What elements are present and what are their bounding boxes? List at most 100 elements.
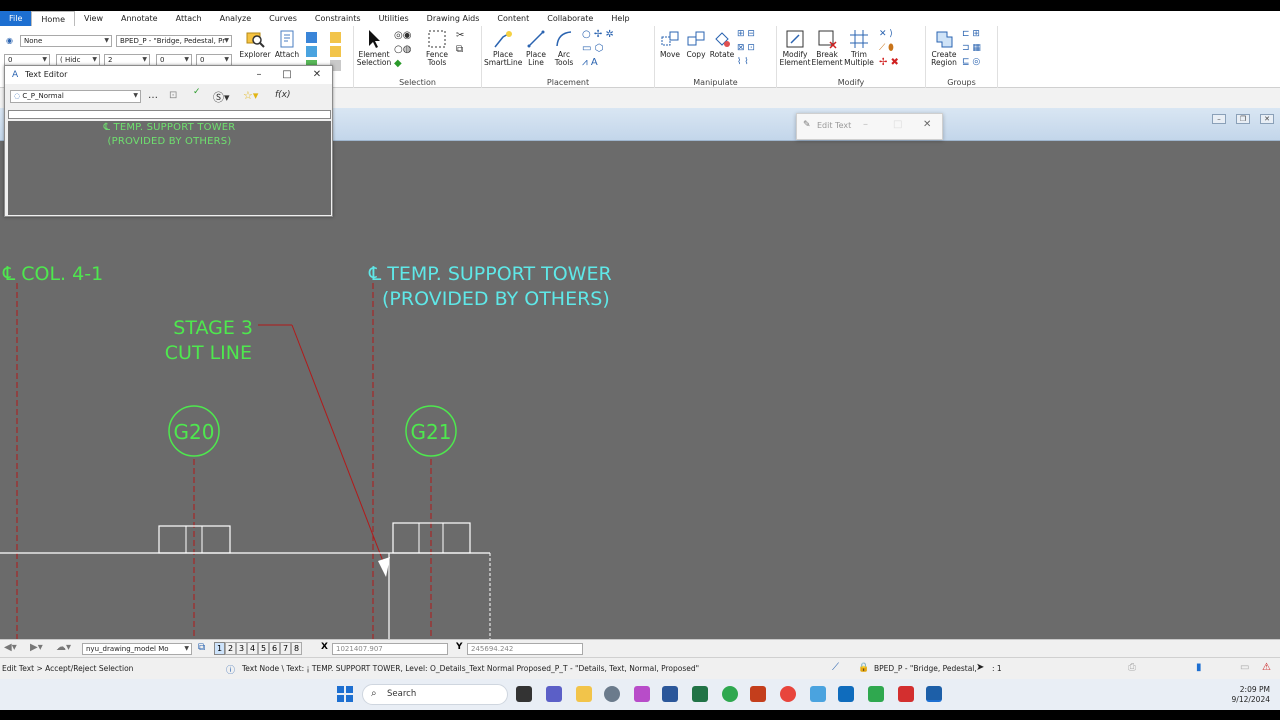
chrome-icon[interactable] bbox=[780, 686, 796, 702]
copy-icon[interactable]: ⧉ bbox=[456, 44, 463, 55]
settings-icon[interactable] bbox=[604, 686, 620, 702]
function-icon[interactable]: f(x) bbox=[275, 90, 291, 100]
favorites-star-icon[interactable]: ☆▾ bbox=[243, 89, 258, 102]
element-selection-button[interactable]: Element Selection bbox=[356, 29, 392, 67]
smartline-icon[interactable]: ⟋ bbox=[832, 662, 839, 673]
copy-button[interactable]: Copy bbox=[683, 29, 709, 59]
fillet-icon[interactable]: ⟋ ⬮ bbox=[879, 43, 894, 53]
forward-icon[interactable]: ▶▾ bbox=[30, 642, 43, 653]
modify-element-button[interactable]: Modify Element bbox=[779, 29, 811, 67]
spell-check-icon[interactable]: ✓ bbox=[193, 87, 201, 97]
delete-icon[interactable]: ✢ ✖ bbox=[879, 57, 899, 68]
models-icon[interactable] bbox=[306, 32, 317, 43]
windows-start-icon[interactable] bbox=[337, 686, 353, 702]
word-icon[interactable] bbox=[662, 686, 678, 702]
menu-file[interactable]: File bbox=[0, 11, 32, 26]
place-line-button[interactable]: Place Line bbox=[522, 29, 550, 67]
insert-field-icon[interactable]: ⊡ bbox=[169, 90, 177, 101]
menu-curves[interactable]: Curves bbox=[260, 11, 306, 26]
print-icon[interactable]: ⎙ bbox=[1128, 662, 1136, 673]
stage-label-line1[interactable]: STAGE 3 bbox=[173, 317, 253, 339]
trim-multiple-button[interactable]: Trim Multiple bbox=[843, 29, 875, 67]
menu-content[interactable]: Content bbox=[488, 11, 538, 26]
menu-home[interactable]: Home bbox=[31, 11, 76, 26]
text-edit-area[interactable]: ℄ TEMP. SUPPORT TOWER (PROVIDED BY OTHER… bbox=[8, 121, 331, 215]
arc-tools-button[interactable]: Arc Tools bbox=[550, 29, 578, 67]
view-button-8[interactable]: 8 bbox=[291, 642, 302, 655]
select-circle-icon[interactable]: ○◍ bbox=[394, 44, 411, 55]
minimize-icon[interactable]: – bbox=[245, 66, 273, 84]
view-button-6[interactable]: 6 bbox=[269, 642, 280, 655]
model-combo[interactable]: nyu_drawing_model Mo ▼ bbox=[82, 643, 192, 655]
array-icon[interactable]: ⌇ ⌇ bbox=[737, 57, 749, 67]
view-button-3[interactable]: 3 bbox=[236, 642, 247, 655]
text-edit-line-1[interactable]: ℄ TEMP. SUPPORT TOWER bbox=[8, 122, 331, 133]
alert-icon[interactable]: ⚠ bbox=[1262, 662, 1271, 673]
extend-icon[interactable]: ✕ ⟩ bbox=[879, 29, 893, 39]
fence-tools-button[interactable]: Fence Tools bbox=[422, 29, 452, 67]
folder-icon[interactable] bbox=[330, 32, 341, 43]
menu-constraints[interactable]: Constraints bbox=[306, 11, 370, 26]
x-coordinate-field[interactable]: 1021407.907 bbox=[332, 643, 448, 655]
close-icon[interactable]: ✕ bbox=[303, 66, 331, 84]
circle-icon[interactable]: ○ ✢ ✲ bbox=[582, 29, 614, 40]
view-button-4[interactable]: 4 bbox=[247, 642, 258, 655]
menu-annotate[interactable]: Annotate bbox=[112, 11, 167, 26]
menu-view[interactable]: View bbox=[75, 11, 112, 26]
break-element-button[interactable]: Break Element bbox=[811, 29, 843, 67]
scale-icon[interactable]: ⊞ ⊟ bbox=[737, 29, 755, 39]
menu-help[interactable]: Help bbox=[602, 11, 638, 26]
menu-collaborate[interactable]: Collaborate bbox=[538, 11, 602, 26]
view-groups-icon[interactable]: ⧉ bbox=[198, 642, 205, 653]
y-coordinate-field[interactable]: 245694.242 bbox=[467, 643, 583, 655]
move-button[interactable]: Move bbox=[657, 29, 683, 59]
cloud-icon[interactable]: ☁▾ bbox=[56, 642, 71, 653]
task-view-icon[interactable] bbox=[516, 686, 532, 702]
taskbar-search-box[interactable]: ⌕ Search bbox=[362, 684, 508, 705]
snipping-tool-icon[interactable] bbox=[634, 686, 650, 702]
outlook-icon[interactable] bbox=[838, 686, 854, 702]
lock-icon[interactable]: ⊑ ◎ bbox=[962, 57, 980, 67]
file-explorer-icon[interactable] bbox=[576, 686, 592, 702]
text-editor-titlebar[interactable]: A Text Editor – □ ✕ bbox=[5, 66, 332, 84]
col-label[interactable]: ℄ COL. 4-1 bbox=[2, 263, 103, 285]
minimize-icon[interactable]: – bbox=[863, 119, 868, 130]
microstation-icon[interactable] bbox=[926, 686, 942, 702]
menu-utilities[interactable]: Utilities bbox=[370, 11, 418, 26]
select-all-icon[interactable]: ◎◉ bbox=[394, 30, 411, 41]
info-icon[interactable]: ⓘ bbox=[226, 663, 235, 676]
menu-attach[interactable]: Attach bbox=[167, 11, 211, 26]
edge-icon[interactable] bbox=[722, 686, 738, 702]
rotate-button[interactable]: Rotate bbox=[709, 29, 735, 59]
group-icon[interactable]: ⊏ ⊞ bbox=[962, 29, 980, 39]
scissors-icon[interactable]: ✂ bbox=[456, 30, 464, 41]
attach-button[interactable]: Attach bbox=[272, 29, 302, 59]
project-icon[interactable] bbox=[868, 686, 884, 702]
text-style-combo[interactable]: ◌ C_P_Normal ▼ bbox=[10, 90, 141, 103]
text-ruler[interactable] bbox=[8, 110, 331, 119]
view-button-5[interactable]: 5 bbox=[258, 642, 269, 655]
select-shape-icon[interactable]: ◆ bbox=[394, 58, 402, 69]
view-button-2[interactable]: 2 bbox=[225, 642, 236, 655]
tower-label-line1[interactable]: ℄ TEMP. SUPPORT TOWER bbox=[368, 263, 612, 285]
view-button-1[interactable]: 1 bbox=[214, 642, 225, 655]
excel-icon[interactable] bbox=[692, 686, 708, 702]
sheet-icon[interactable]: ▭ bbox=[1240, 662, 1249, 673]
saved-views-icon[interactable] bbox=[330, 46, 341, 57]
powerpoint-icon[interactable] bbox=[750, 686, 766, 702]
view-restore-button[interactable]: ❐ bbox=[1236, 114, 1250, 124]
explorer-button[interactable]: Explorer bbox=[239, 29, 271, 59]
teams-icon[interactable] bbox=[546, 686, 562, 702]
template-combo[interactable]: BPED_P - "Bridge, Pedestal, Pr ▼ bbox=[116, 35, 232, 47]
back-icon[interactable]: ◀▾ bbox=[4, 642, 17, 653]
ungroup-icon[interactable]: ⊐ ▦ bbox=[962, 43, 981, 53]
references-icon[interactable] bbox=[306, 46, 317, 57]
menu-drawing-aids[interactable]: Drawing Aids bbox=[418, 11, 489, 26]
level-combo[interactable]: None ▼ bbox=[20, 35, 112, 47]
tower-label-line2[interactable]: (PROVIDED BY OTHERS) bbox=[382, 288, 610, 310]
pdf-icon[interactable] bbox=[898, 686, 914, 702]
lock-icon[interactable]: 🔒 bbox=[858, 663, 869, 673]
system-clock[interactable]: 2:09 PM 9/12/2024 bbox=[1200, 685, 1270, 705]
more-options-icon[interactable]: … bbox=[148, 90, 158, 101]
view-button-7[interactable]: 7 bbox=[280, 642, 291, 655]
